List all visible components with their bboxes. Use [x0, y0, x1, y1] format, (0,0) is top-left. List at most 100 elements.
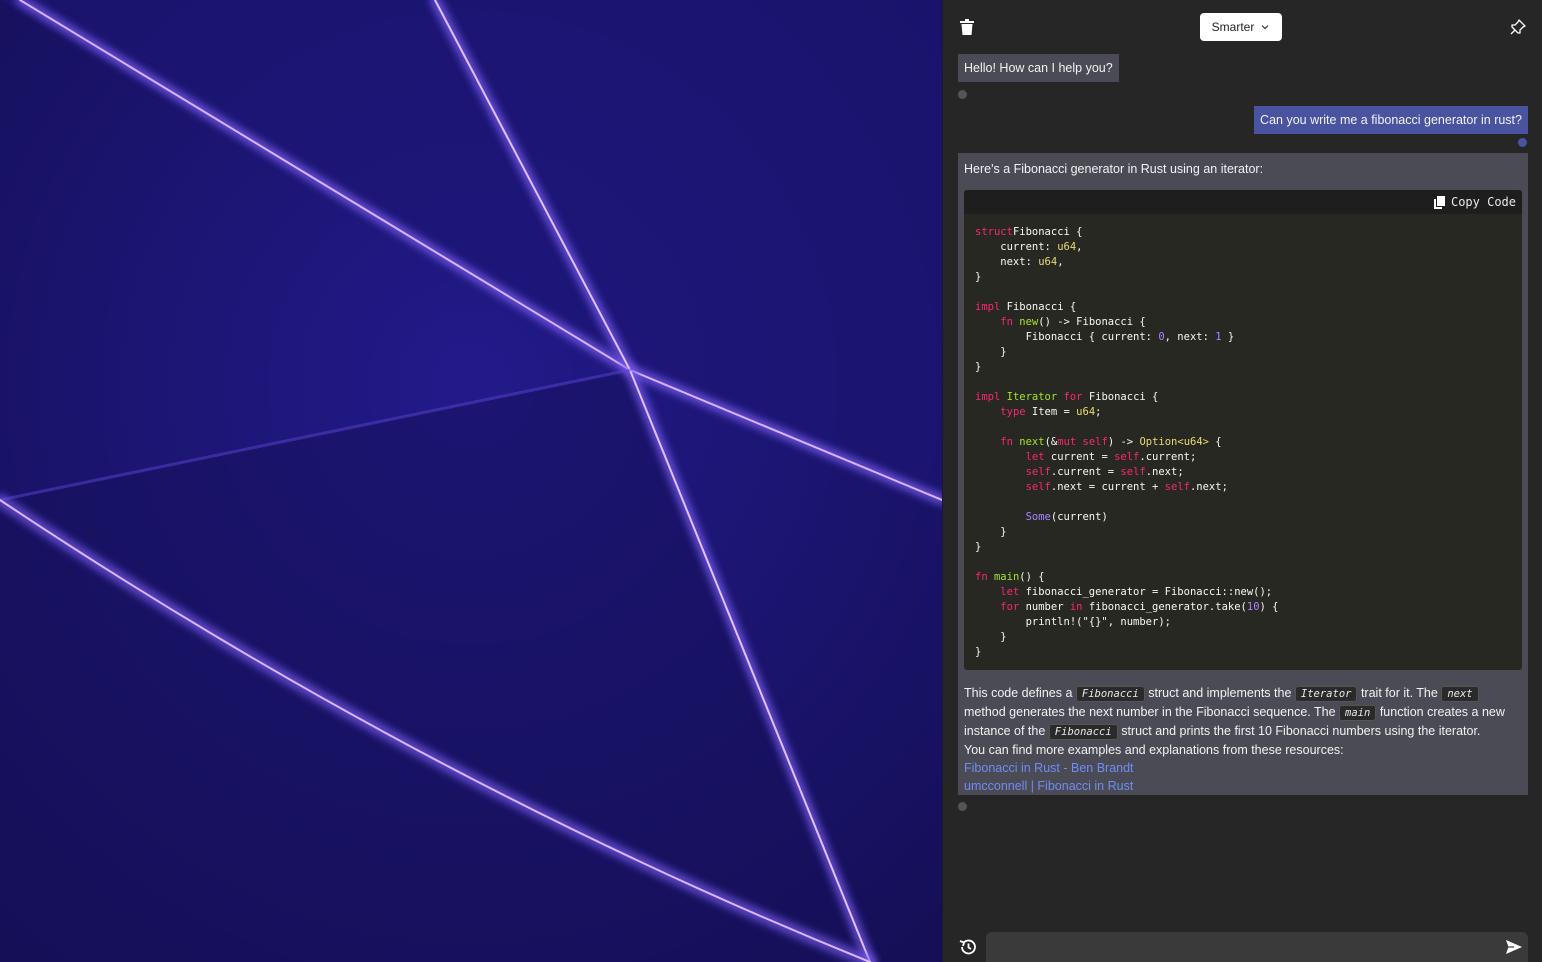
- code-token: let: [1000, 586, 1020, 598]
- send-icon[interactable]: [1504, 938, 1524, 956]
- code-token: }: [975, 361, 982, 373]
- code-line: Some(current): [975, 510, 1511, 525]
- explain-text-3: trait for it. The: [1360, 686, 1438, 700]
- assistant-avatar-dot: [958, 90, 967, 99]
- code-token: .next = current +: [1050, 481, 1165, 493]
- code-token: fn: [1000, 316, 1013, 328]
- code-line: fn next(&mut self) -> Option<u64> {: [975, 435, 1511, 450]
- code-line: }: [975, 270, 1511, 285]
- resources-text: You can find more examples and explanati…: [964, 743, 1344, 757]
- code-line: impl Fibonacci {: [975, 300, 1511, 315]
- code-token: ,: [1057, 256, 1064, 268]
- answer-intro-text: Here's a Fibonacci generator in Rust usi…: [964, 162, 1264, 176]
- code-token: next: [1019, 436, 1045, 448]
- inline-code-next: next: [1441, 686, 1479, 702]
- chat-input[interactable]: [986, 932, 1528, 962]
- code-token: Option<u64>: [1139, 436, 1209, 448]
- code-token: u64: [1057, 241, 1077, 253]
- code-token: ;: [1095, 406, 1102, 418]
- code-token: ) ->: [1107, 436, 1140, 448]
- user-message: Can you write me a fibonacci generator i…: [1254, 106, 1528, 134]
- code-token: () -> Fibonacci {: [1038, 316, 1146, 328]
- code-token: self: [1025, 466, 1051, 478]
- explain-text-6: struct and prints the first 10 Fibonacci…: [1121, 724, 1481, 738]
- code-line: Fibonacci { current: 0, next: 1 }: [975, 330, 1511, 345]
- code-content: structFibonacci { current: u64, next: u6…: [964, 214, 1522, 671]
- inline-code-fibonacci: Fibonacci: [1075, 686, 1145, 702]
- code-token: .current =: [1050, 466, 1121, 478]
- user-avatar-dot: [1518, 138, 1527, 147]
- trash-icon[interactable]: [957, 17, 977, 37]
- code-token: type: [1000, 406, 1026, 418]
- code-token: new: [1019, 316, 1039, 328]
- code-line: let fibonacci_generator = Fibonacci::new…: [975, 585, 1511, 600]
- model-select-dropdown[interactable]: Smarter: [1200, 13, 1282, 41]
- code-line: impl Iterator for Fibonacci {: [975, 390, 1511, 405]
- code-token: {: [1208, 436, 1222, 448]
- explain-text-4: method generates the next number in the …: [964, 705, 1336, 719]
- code-token: in: [1069, 601, 1083, 613]
- resource-link-2[interactable]: umcconnell | Fibonacci in Rust: [964, 777, 1522, 795]
- code-line: }: [975, 525, 1511, 540]
- chevron-down-icon: [1261, 25, 1269, 30]
- code-token: println!("{}", number);: [975, 616, 1171, 628]
- code-line: fn new() -> Fibonacci {: [975, 315, 1511, 330]
- code-line: structFibonacci {: [975, 225, 1511, 240]
- code-token: mut: [1057, 436, 1077, 448]
- code-block-header: Copy Code: [964, 190, 1522, 214]
- desktop-wallpaper: [0, 0, 942, 962]
- code-token: ) {: [1259, 601, 1279, 613]
- answer-explanation: This code defines a Fibonacci struct and…: [964, 684, 1522, 795]
- copy-icon: [1433, 195, 1445, 209]
- code-token: for: [1000, 601, 1020, 613]
- explain-text-1: This code defines a: [964, 686, 1073, 700]
- code-token: self: [1120, 466, 1146, 478]
- assistant-greeting-message: Hello! How can I help you?: [958, 54, 1119, 82]
- inline-code-iterator: Iterator: [1294, 686, 1358, 702]
- code-token: () {: [1019, 571, 1045, 583]
- explain-text-2: struct and implements the: [1148, 686, 1292, 700]
- code-token: .current;: [1139, 451, 1197, 463]
- code-token: for: [1063, 391, 1083, 403]
- code-token: .next;: [1189, 481, 1228, 493]
- history-icon[interactable]: [957, 936, 979, 958]
- code-token: (&: [1044, 436, 1058, 448]
- code-line: let current = self.current;: [975, 450, 1511, 465]
- pin-icon[interactable]: [1508, 17, 1528, 37]
- code-token: .next;: [1145, 466, 1184, 478]
- resource-link-1[interactable]: Fibonacci in Rust - Ben Brandt: [964, 759, 1522, 777]
- code-line: next: u64,: [975, 255, 1511, 270]
- code-line: current: u64,: [975, 240, 1511, 255]
- copy-code-button[interactable]: Copy Code: [1433, 193, 1516, 211]
- code-token: }: [975, 526, 1007, 538]
- code-token: }: [1221, 331, 1235, 343]
- code-token: Fibonacci {: [1012, 226, 1083, 238]
- code-token: fibonacci_generator = Fibonacci::new();: [1019, 586, 1273, 598]
- inline-code-fibonacci-2: Fibonacci: [1048, 724, 1118, 740]
- code-token: }: [975, 271, 982, 283]
- code-token: Some: [1025, 511, 1051, 523]
- code-line: }: [975, 345, 1511, 360]
- code-token: Fibonacci { current:: [975, 331, 1159, 343]
- code-token: fibonacci_generator.take(: [1082, 601, 1247, 613]
- code-line: for number in fibonacci_generator.take(1…: [975, 600, 1511, 615]
- code-block: Copy Code structFibonacci { current: u64…: [964, 190, 1522, 670]
- greeting-text: Hello! How can I help you?: [964, 61, 1113, 75]
- code-token: 10: [1246, 601, 1260, 613]
- code-token: u64: [1076, 406, 1096, 418]
- code-token: Fibonacci {: [1082, 391, 1159, 403]
- code-line: }: [975, 645, 1511, 660]
- code-token: next:: [975, 256, 1039, 268]
- code-token: Fibonacci {: [1000, 301, 1077, 313]
- code-token: main: [993, 571, 1020, 583]
